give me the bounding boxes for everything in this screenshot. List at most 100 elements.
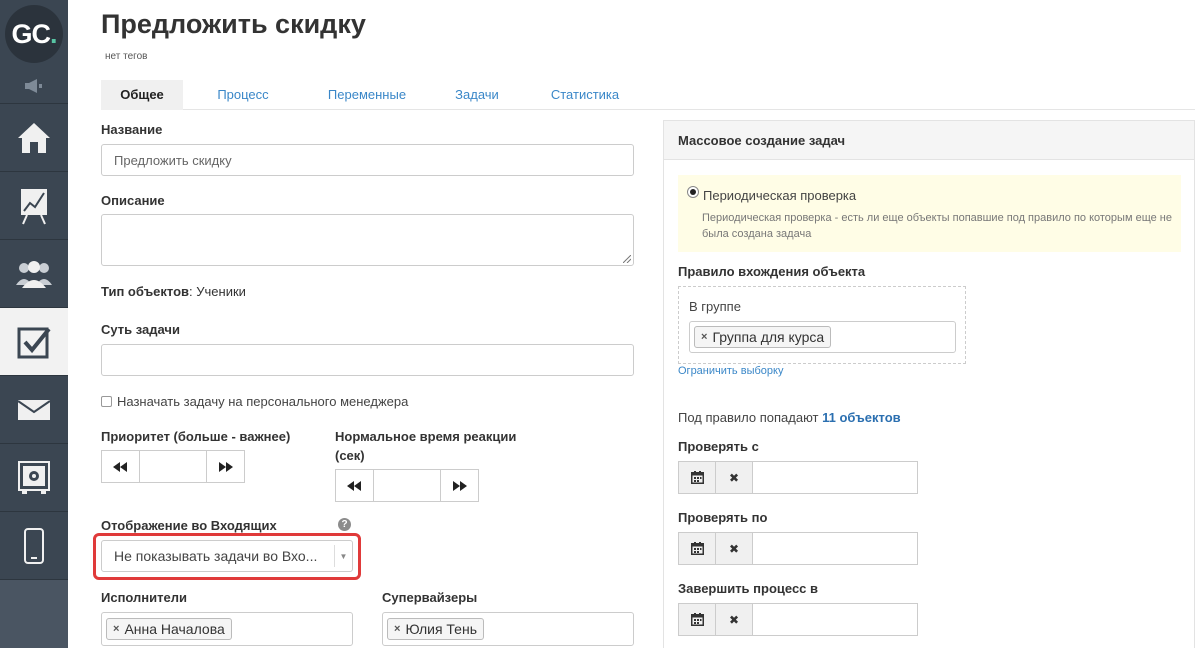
periodic-check-label: Периодическая проверка	[703, 188, 857, 203]
priority-input[interactable]	[138, 451, 208, 482]
inbox-select[interactable]: Не показывать задачи во Вхо... ▼	[101, 540, 353, 572]
chip-remove-icon[interactable]: ×	[701, 331, 707, 343]
object-type: Тип объектов: Ученики	[101, 284, 246, 299]
periodic-check-radio[interactable]	[687, 186, 699, 198]
essence-label: Суть задачи	[101, 322, 180, 337]
rewind-icon	[347, 480, 362, 491]
check-to-date[interactable]: ✖	[678, 532, 918, 565]
rewind-icon	[113, 461, 128, 472]
sidebar-item-tasks[interactable]	[0, 308, 68, 376]
priority-label: Приоритет (больше - важнее)	[101, 429, 291, 444]
assign-manager-label: Назначать задачу на персонального менедж…	[117, 394, 409, 409]
clear-icon[interactable]: ✖	[716, 462, 753, 493]
logo-letter-g: G	[11, 18, 32, 49]
group-chip: × Группа для курса	[694, 326, 832, 348]
sidebar: GC.	[0, 0, 68, 648]
help-icon[interactable]: ?	[338, 518, 351, 531]
group-chip-label: Группа для курса	[712, 329, 825, 345]
supervisor-chip: × Юлия Тень	[387, 618, 484, 640]
megaphone-icon	[25, 78, 42, 93]
description-label: Описание	[101, 193, 165, 208]
logo-mark: GC.	[5, 5, 63, 63]
logo-letter-c: C	[31, 18, 51, 49]
name-input[interactable]: Предложить скидку	[101, 144, 634, 176]
finish-date[interactable]: ✖	[678, 603, 918, 636]
logo[interactable]: GC.	[0, 0, 68, 68]
reaction-decrease-button[interactable]	[336, 470, 373, 501]
sidebar-item-reports[interactable]	[0, 172, 68, 240]
check-from-label: Проверять с	[678, 439, 759, 454]
supervisor-chip-label: Юлия Тень	[405, 621, 477, 637]
tasks-checkbox-icon	[17, 327, 51, 358]
finish-input[interactable]	[753, 604, 916, 635]
inbox-select-value: Не показывать задачи во Вхо...	[114, 548, 318, 564]
tags-label[interactable]: нет тегов	[105, 51, 147, 62]
calendar-icon[interactable]	[679, 604, 716, 635]
safe-icon	[18, 460, 50, 494]
mail-icon	[17, 399, 51, 420]
reaction-stepper[interactable]	[335, 469, 479, 502]
chevron-down-icon[interactable]: ▼	[334, 545, 352, 567]
sidebar-item-safe[interactable]	[0, 444, 68, 512]
supervisors-label: Супервайзеры	[382, 590, 478, 605]
clear-icon[interactable]: ✖	[716, 533, 753, 564]
reaction-increase-button[interactable]	[441, 470, 478, 501]
supervisors-field[interactable]: × Юлия Тень	[382, 612, 634, 646]
clear-icon[interactable]: ✖	[716, 604, 753, 635]
chart-board-icon	[21, 188, 47, 224]
panel-title: Массовое создание задач	[664, 121, 1194, 160]
object-type-value: : Ученики	[189, 284, 246, 299]
finish-label: Завершить процесс в	[678, 581, 819, 596]
assign-manager-checkbox[interactable]	[101, 396, 112, 407]
tab-statistics[interactable]: Статистика	[541, 80, 629, 110]
tab-process[interactable]: Процесс	[203, 80, 283, 110]
resize-grip-icon[interactable]	[623, 255, 631, 263]
sidebar-item-home[interactable]	[0, 104, 68, 172]
executors-label: Исполнители	[101, 590, 187, 605]
rule-label: Правило вхождения объекта	[678, 264, 866, 279]
limit-selection-link[interactable]: Ограничить выборку	[678, 365, 783, 377]
reaction-label-line1: Нормальное время реакции	[335, 429, 517, 444]
inbox-label: Отображение во Входящих	[101, 518, 277, 533]
match-count-text: Под правило попадают 11 объектов	[678, 410, 901, 425]
reaction-input[interactable]	[372, 470, 442, 501]
match-prefix: Под правило попадают	[678, 410, 823, 425]
tab-tasks[interactable]: Задачи	[444, 80, 510, 110]
match-count-link[interactable]: 11 объектов	[822, 410, 901, 425]
essence-input[interactable]	[101, 344, 634, 376]
check-to-input[interactable]	[753, 533, 916, 564]
tab-general[interactable]: Общее	[101, 80, 183, 110]
group-field[interactable]: × Группа для курса	[689, 321, 956, 353]
calendar-icon[interactable]	[679, 533, 716, 564]
fast-forward-icon	[218, 461, 233, 472]
assign-manager-row[interactable]: Назначать задачу на персонального менедж…	[101, 394, 408, 409]
priority-decrease-button[interactable]	[102, 451, 139, 482]
sidebar-item-mobile[interactable]	[0, 512, 68, 580]
periodic-check-description: Периодическая проверка - есть ли еще объ…	[702, 212, 1172, 240]
logo-dot: .	[50, 18, 57, 49]
home-icon	[18, 122, 50, 153]
name-label: Название	[101, 122, 163, 137]
priority-increase-button[interactable]	[207, 451, 244, 482]
calendar-icon[interactable]	[679, 462, 716, 493]
executor-chip: × Анна Началова	[106, 618, 232, 640]
chip-remove-icon[interactable]: ×	[394, 623, 400, 635]
users-icon	[16, 260, 52, 288]
check-from-input[interactable]	[753, 462, 916, 493]
sidebar-footer	[0, 580, 68, 648]
tab-variables[interactable]: Переменные	[311, 80, 423, 110]
priority-stepper[interactable]	[101, 450, 245, 483]
mobile-icon	[24, 527, 44, 564]
object-type-label: Тип объектов	[101, 284, 190, 299]
executor-chip-label: Анна Началова	[124, 621, 225, 637]
group-condition-label: В группе	[689, 299, 741, 314]
announcements-button[interactable]	[0, 68, 68, 104]
check-from-date[interactable]: ✖	[678, 461, 918, 494]
sidebar-item-users[interactable]	[0, 240, 68, 308]
page-title: Предложить скидку	[101, 9, 366, 39]
description-textarea[interactable]	[101, 214, 634, 266]
sidebar-item-mail[interactable]	[0, 376, 68, 444]
executors-field[interactable]: × Анна Началова	[101, 612, 353, 646]
check-to-label: Проверять по	[678, 510, 768, 525]
chip-remove-icon[interactable]: ×	[113, 623, 119, 635]
